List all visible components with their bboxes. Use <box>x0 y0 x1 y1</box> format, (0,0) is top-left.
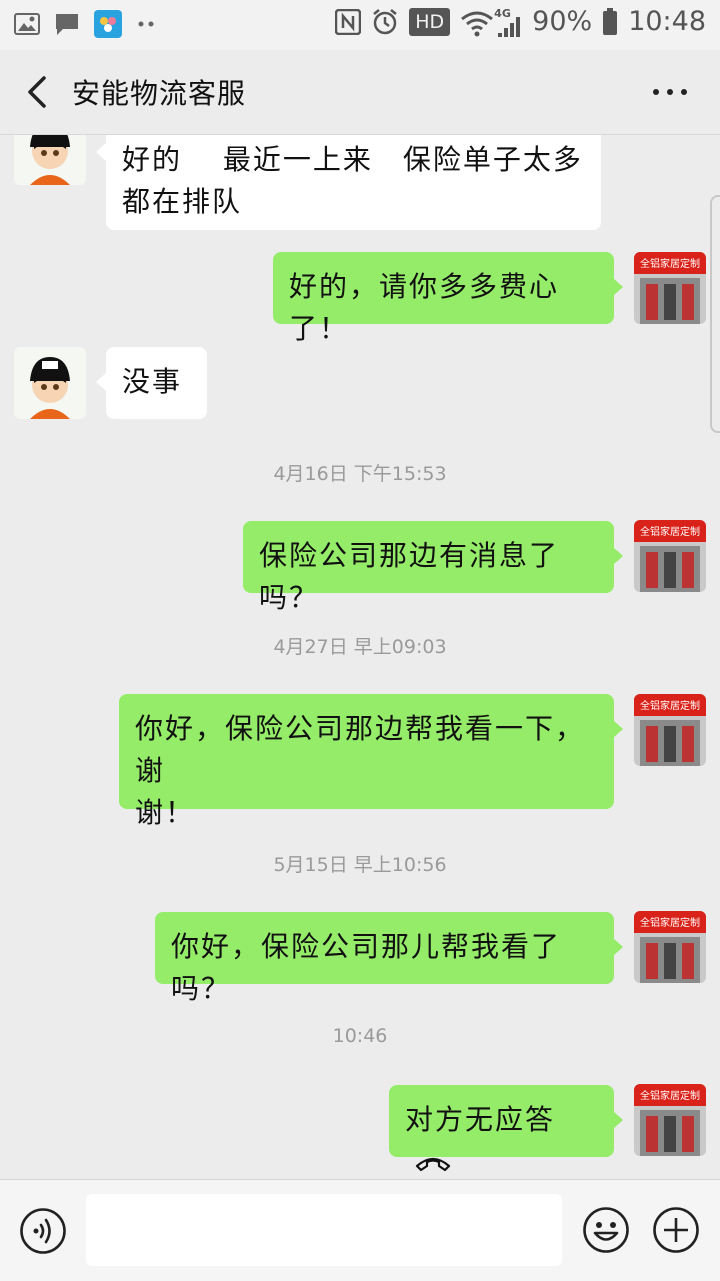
hangup-phone-icon <box>415 1157 451 1172</box>
timestamp: 4月16日 下午15:53 <box>273 463 447 485</box>
svg-text:全铝家居定制: 全铝家居定制 <box>640 525 700 538</box>
wifi-signal-group: 4G <box>460 7 522 37</box>
hd-badge: HD <box>409 7 451 36</box>
user-avatar[interactable]: 全铝家居定制 <box>634 252 706 324</box>
wifi-icon <box>461 11 494 36</box>
call-status-text: 对方无应答 <box>405 1103 556 1136</box>
message-bubble-outgoing[interactable]: 好的，请你多多费心了！ <box>273 252 614 345</box>
bubble-tail <box>613 938 623 956</box>
status-bar: HD 4G 90% 10:48 <box>0 0 720 50</box>
bubble-tail <box>613 1111 623 1129</box>
svg-text:全铝家居定制: 全铝家居定制 <box>640 1089 700 1102</box>
battery-icon <box>603 7 618 35</box>
agent-avatar[interactable] <box>14 347 86 419</box>
chat-title: 安能物流客服 <box>72 77 247 110</box>
svg-text:全铝家居定制: 全铝家居定制 <box>640 257 700 270</box>
message-input[interactable] <box>86 1194 562 1266</box>
scrollbar[interactable] <box>710 195 720 433</box>
status-time: 10:48 <box>628 6 706 37</box>
svg-text:全铝家居定制: 全铝家居定制 <box>640 699 700 712</box>
bubble-tail <box>96 143 106 161</box>
message-list[interactable]: 好的 最近一上来 保险单子太多 都在排队 好的，请你多多费心了！ 全铝家居定制 … <box>0 135 720 1179</box>
status-bar-system: HD 4G 90% 10:48 <box>335 6 706 37</box>
user-avatar[interactable]: 全铝家居定制 <box>634 694 706 766</box>
plus-icon[interactable] <box>652 1206 700 1254</box>
message-bubble-outgoing[interactable]: 你好，保险公司那儿帮我看了吗？ <box>155 912 614 1005</box>
app-icon <box>94 10 122 38</box>
user-avatar[interactable]: 全铝家居定制 <box>634 911 706 983</box>
timestamp: 5月15日 早上10:56 <box>273 854 447 876</box>
emoji-icon[interactable] <box>582 1206 630 1254</box>
call-record-bubble[interactable]: 对方无应答 <box>389 1085 614 1172</box>
chat-header: 安能物流客服 <box>0 50 720 135</box>
input-bar <box>0 1179 720 1281</box>
message-bubble-outgoing[interactable]: 你好，保险公司那边帮我看一下，谢 谢！ <box>119 694 614 829</box>
back-arrow-icon[interactable] <box>20 72 60 112</box>
agent-avatar[interactable] <box>14 135 86 185</box>
battery-percent: 90% <box>532 6 593 37</box>
status-bar-notifications <box>14 10 156 38</box>
voice-icon[interactable] <box>19 1207 67 1255</box>
timestamp: 10:46 <box>332 1025 388 1047</box>
nfc-icon <box>335 8 362 35</box>
bubble-tail <box>613 720 623 738</box>
signal-icon <box>498 16 521 37</box>
image-icon <box>14 13 40 35</box>
bubble-tail <box>96 373 106 391</box>
message-icon <box>56 14 78 35</box>
user-avatar[interactable]: 全铝家居定制 <box>634 520 706 592</box>
dots-icon <box>138 21 154 27</box>
alarm-icon <box>373 8 398 34</box>
more-dots-icon[interactable] <box>650 72 690 112</box>
user-avatar[interactable]: 全铝家居定制 <box>634 1084 706 1156</box>
timestamp: 4月27日 早上09:03 <box>273 636 447 658</box>
message-bubble-incoming[interactable]: 没事 <box>106 347 207 419</box>
bubble-tail <box>613 547 623 565</box>
message-bubble-incoming[interactable]: 好的 最近一上来 保险单子太多 都在排队 <box>106 135 601 230</box>
message-bubble-outgoing[interactable]: 保险公司那边有消息了吗？ <box>243 521 614 614</box>
svg-text:全铝家居定制: 全铝家居定制 <box>640 916 700 929</box>
bubble-tail <box>613 278 623 296</box>
